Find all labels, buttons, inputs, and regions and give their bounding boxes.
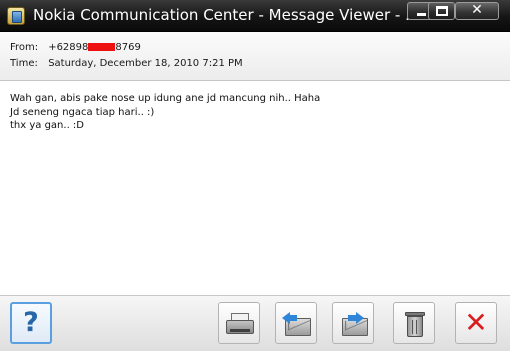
time-label: Time: [10, 58, 38, 69]
from-number-suffix: 8769 [115, 42, 141, 53]
message-body: Wah gan, abis pake nose up idung ane jd … [10, 93, 321, 131]
close-viewer-button[interactable]: ✕ [455, 302, 497, 344]
minimize-icon [417, 13, 426, 16]
close-icon: ✕ [471, 2, 483, 18]
print-button[interactable] [218, 302, 260, 344]
window-title: Nokia Communication Center - Message Vie… [33, 6, 420, 24]
time-row: Time: Saturday, December 18, 2010 7:21 P… [10, 58, 243, 69]
forward-button[interactable] [332, 302, 374, 344]
redaction-mark [88, 43, 116, 51]
maximize-icon [436, 6, 448, 16]
from-label: From: [10, 42, 39, 53]
close-icon: ✕ [464, 306, 488, 339]
from-row: From: +62898 8769 [10, 42, 141, 53]
help-icon: ? [23, 307, 39, 338]
time-value: Saturday, December 18, 2010 7:21 PM [48, 58, 243, 69]
title-bar: Nokia Communication Center - Message Vie… [0, 0, 510, 32]
from-number-prefix: +62898 [48, 42, 89, 53]
bottom-toolbar: ? ✕ [0, 295, 510, 351]
window-close-button[interactable]: ✕ [455, 2, 499, 20]
delete-button[interactable] [393, 302, 435, 344]
maximize-button[interactable] [428, 2, 455, 20]
help-button[interactable]: ? [10, 302, 52, 344]
message-header: From: +62898 8769 Time: Saturday, Decembe… [0, 32, 510, 81]
nokia-app-icon [7, 7, 25, 25]
reply-button[interactable] [275, 302, 317, 344]
